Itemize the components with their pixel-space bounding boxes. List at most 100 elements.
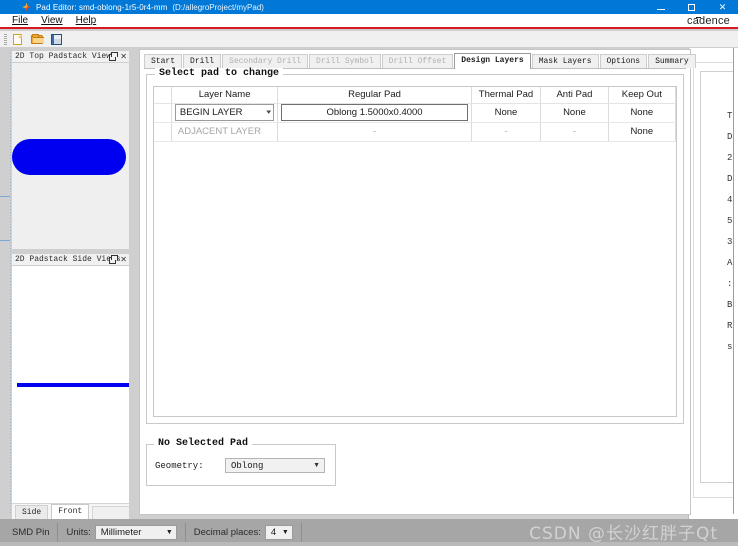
tab-start[interactable]: Start [144,54,183,68]
window-title-path: (D:/allegroProject/myPad) [172,2,264,12]
panel-side-header: 2D Padstack Side Views ✕ [11,253,130,266]
open-file-button[interactable] [29,32,45,47]
tab-secondary-drill: Secondary Drill [222,54,309,68]
menu-item-file[interactable]: File [11,15,29,26]
units-label: Units: [66,527,91,538]
panel-top-canvas[interactable] [11,63,130,250]
menu-item-view[interactable]: View [40,15,64,26]
new-file-button[interactable] [10,32,26,47]
watermark-text: CSDN @长沙红胖子Qt [529,524,718,544]
tab-drill[interactable]: Drill [183,54,222,68]
table-header-marker [154,87,172,104]
side-view-tab-filler [92,506,129,519]
new-file-icon [13,33,22,45]
tab-drill-offset: Drill Offset [381,54,454,68]
layer-name-combo[interactable]: BEGIN LAYER ▾ [174,104,275,121]
main-toolbar [0,31,738,48]
window-title: Pad Editor: smd-oblong-1r5-0r4-mm [36,2,168,12]
tab-options[interactable]: Options [599,54,648,68]
panel-side-canvas[interactable]: Side Front [11,266,130,520]
decimal-places-select[interactable]: 4 ▼ [264,525,293,540]
wizard-tab-strip: Start Drill Secondary Drill Drill Symbol… [144,53,696,69]
side-view-pad-shape [17,383,129,387]
save-file-button[interactable] [48,32,64,47]
table-header-layer-name: Layer Name [171,87,279,104]
status-bottom-strip [0,542,738,546]
geometry-value: Oblong [231,460,264,471]
cell-anti-pad: - [540,122,609,142]
cadence-logo-macron [696,17,701,18]
cadence-logo: cadence [687,15,730,27]
select-pad-group: Select pad to change Layer Name Regular … [146,68,684,424]
side-view-tab-front[interactable]: Front [51,504,90,519]
selected-pad-group: No Selected Pad Geometry: Oblong ▼ [146,438,336,486]
chevron-down-icon: ▼ [165,529,173,536]
decimal-places-label: Decimal places: [193,527,261,538]
side-view-tab-side[interactable]: Side [15,505,49,519]
row-marker [154,103,172,123]
maximize-button[interactable] [676,0,707,14]
menu-item-help[interactable]: Help [75,15,98,26]
tab-design-layers[interactable]: Design Layers [454,53,531,69]
cadence-star-icon [22,3,31,12]
layer-name-value: BEGIN LAYER [179,107,243,118]
decimal-places-value: 4 [270,527,277,538]
minimize-button[interactable] [645,0,676,14]
panel-top-header: 2D Top Padstack View ✕ [11,50,130,63]
geometry-label: Geometry: [155,461,204,471]
pad-editor-window: Pad Editor: smd-oblong-1r5-0r4-mm (D:/al… [0,0,738,546]
table-header-keep-out: Keep Out [608,87,676,104]
close-button[interactable]: ✕ [707,0,738,14]
cell-keep-out[interactable]: None [608,122,676,142]
menu-bar: File View Help cadence [0,14,738,29]
tab-mask-layers[interactable]: Mask Layers [531,54,599,68]
pad-table: Layer Name Regular Pad Thermal Pad Anti … [154,87,676,142]
main-content-area: Start Drill Secondary Drill Drill Symbol… [139,49,696,515]
cell-layer-name[interactable]: BEGIN LAYER ▾ [171,103,279,123]
panel-top-title: 2D Top Padstack View [15,52,112,61]
close-panel-icon[interactable]: ✕ [120,52,127,62]
menu-item-help-label: Help [75,15,97,26]
table-header-row: Layer Name Regular Pad Thermal Pad Anti … [154,87,676,104]
cell-layer-name: ADJACENT LAYER [171,122,279,142]
cell-anti-pad[interactable]: None [540,103,609,123]
cell-regular-pad[interactable]: Oblong 1.5000x0.4000 [277,103,472,123]
chevron-down-icon: ▼ [281,529,289,536]
selected-pad-group-title: No Selected Pad [154,438,253,449]
regular-pad-value-box: Oblong 1.5000x0.4000 [281,104,468,121]
status-separator [300,523,302,542]
close-panel-icon[interactable]: ✕ [120,255,127,265]
row-marker [154,122,172,142]
table-header-thermal-pad: Thermal Pad [471,87,542,104]
status-separator [57,523,59,542]
toolbar-drag-handle[interactable] [4,33,7,45]
units-value: Millimeter [100,527,142,538]
side-view-tab-strip: Side Front [12,503,129,519]
cadence-logo-text: cadence [687,15,730,27]
panel-side-title: 2D Padstack Side Views [15,255,121,264]
float-panel-icon[interactable] [109,52,119,61]
cell-keep-out[interactable]: None [608,103,676,123]
geometry-select[interactable]: Oblong ▼ [225,458,325,473]
float-panel-icon[interactable] [109,255,119,264]
save-disk-icon [51,33,62,45]
menu-item-view-label: View [41,15,63,26]
status-separator [184,523,186,542]
table-row[interactable]: BEGIN LAYER ▾ Oblong 1.5000x0.4000 None … [154,103,676,123]
cell-thermal-pad[interactable]: None [471,103,542,123]
chevron-down-icon: ▼ [313,462,320,469]
select-pad-group-title: Select pad to change [155,68,284,79]
open-folder-icon [31,33,44,44]
panel-2d-top-padstack-view: 2D Top Padstack View ✕ [11,50,130,250]
title-bar: Pad Editor: smd-oblong-1r5-0r4-mm (D:/al… [0,0,738,14]
table-header-anti-pad: Anti Pad [540,87,609,104]
units-select[interactable]: Millimeter ▼ [94,525,177,540]
table-header-regular-pad: Regular Pad [277,87,472,104]
tab-drill-symbol: Drill Symbol [309,54,381,68]
tab-summary[interactable]: Summary [648,54,696,68]
chevron-down-icon: ▾ [266,109,272,116]
cell-thermal-pad: - [471,122,542,142]
oblong-pad-shape [12,139,126,175]
pad-table-container[interactable]: Layer Name Regular Pad Thermal Pad Anti … [153,86,677,417]
table-row[interactable]: ADJACENT LAYER - - - None [154,122,676,142]
